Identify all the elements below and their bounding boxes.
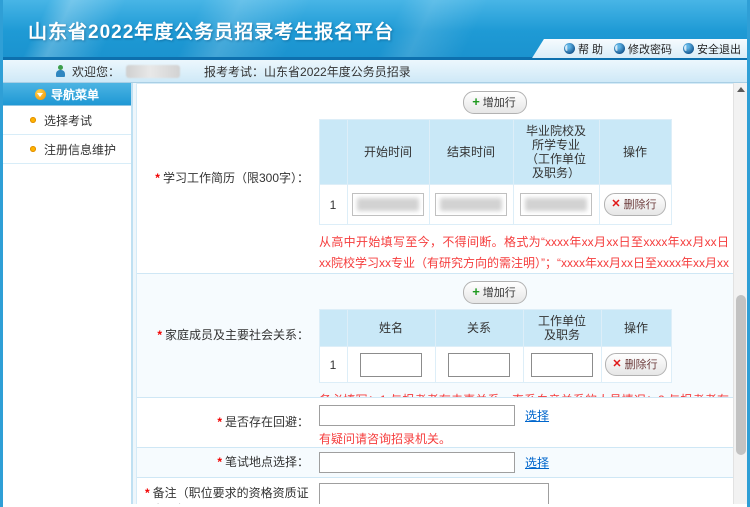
masked-value xyxy=(525,198,587,211)
family-note: 务必填写：1.与报考者有夫妻关系、直系血亲关系的人员情况；2.与报考者有三代以内… xyxy=(319,390,729,397)
resume-note: 从高中开始填写至今，不得间断。格式为“xxxx年xx月xx日至xxxx年xx月x… xyxy=(319,232,729,273)
resume-add-row-button[interactable]: + 增加行 xyxy=(463,91,527,114)
logout-button[interactable]: 安全退出 xyxy=(683,41,741,57)
sidebar: 导航菜单 选择考试 注册信息维护 xyxy=(3,83,133,504)
avoidance-input[interactable] xyxy=(319,405,515,426)
bullet-icon xyxy=(30,146,36,152)
user-icon xyxy=(55,65,66,78)
masked-value xyxy=(440,198,502,211)
family-name-input[interactable] xyxy=(360,353,422,377)
logout-label: 安全退出 xyxy=(697,41,741,57)
registration-form: * 学习工作简历（限300字）： + 增加行 开始时间 xyxy=(136,83,733,504)
masked-value xyxy=(357,198,419,211)
resume-delete-row-button[interactable]: ✕ 删除行 xyxy=(604,193,665,216)
required-mark: * xyxy=(157,327,162,344)
col-workunit: 工作单位及职务 xyxy=(523,310,601,347)
resume-school-input[interactable] xyxy=(520,193,592,216)
col-relationship: 关系 xyxy=(435,310,523,347)
help-label: 帮 助 xyxy=(578,41,603,57)
col-operation: 操作 xyxy=(599,120,671,185)
family-table: 姓名 关系 工作单位及职务 操作 1 xyxy=(319,309,672,383)
masked-username xyxy=(126,65,180,78)
remark-label: * 备注（职位要求的资格资质证书、相 xyxy=(137,478,315,504)
remark-textarea[interactable] xyxy=(319,483,549,504)
exam-location-select-link[interactable]: 选择 xyxy=(525,454,549,471)
page-title: 山东省2022年度公务员招录考生报名平台 xyxy=(28,17,394,44)
family-workunit-input[interactable] xyxy=(531,353,593,377)
avoidance-note: 有疑问请咨询招录机关。 xyxy=(319,430,729,447)
sidebar-item-label: 注册信息维护 xyxy=(44,141,116,158)
required-mark: * xyxy=(217,414,222,431)
family-add-row-button[interactable]: + 增加行 xyxy=(463,281,527,304)
col-name: 姓名 xyxy=(347,310,435,347)
sidebar-header[interactable]: 导航菜单 xyxy=(3,83,131,106)
family-relationship-input[interactable] xyxy=(448,353,510,377)
row-number: 1 xyxy=(319,185,347,225)
change-password-label: 修改密码 xyxy=(628,41,672,57)
sidebar-item-select-exam[interactable]: 选择考试 xyxy=(3,106,131,135)
registration-page: 山东省2022年度公务员招录考生报名平台 帮 助 修改密码 安全退出 欢迎您： … xyxy=(0,0,750,507)
exam-location-label: * 笔试地点选择： xyxy=(137,448,315,477)
help-button[interactable]: 帮 助 xyxy=(564,41,603,57)
delete-x-icon: ✕ xyxy=(611,199,620,209)
help-icon xyxy=(564,43,575,54)
sidebar-item-registration-info[interactable]: 注册信息维护 xyxy=(3,135,131,164)
bullet-icon xyxy=(30,117,36,123)
sidebar-title: 导航菜单 xyxy=(51,86,99,103)
form-row-resume: * 学习工作简历（限300字）： + 增加行 开始时间 xyxy=(137,84,733,274)
avoidance-label: * 是否存在回避： xyxy=(137,398,315,447)
form-row-family: * 家庭成员及主要社会关系： + 增加行 姓名 xyxy=(137,274,733,398)
resume-start-time-input[interactable] xyxy=(352,193,424,216)
resume-table-header-row: 开始时间 结束时间 毕业院校及所学专业（工作单位及职务） 操作 xyxy=(319,120,671,185)
row-number-header xyxy=(319,120,347,185)
resume-table-row: 1 ✕ 删除行 xyxy=(319,185,671,225)
col-start-time: 开始时间 xyxy=(347,120,429,185)
exam-location-input[interactable] xyxy=(319,452,515,473)
family-label: * 家庭成员及主要社会关系： xyxy=(137,274,315,397)
app-header: 山东省2022年度公务员招录考生报名平台 帮 助 修改密码 安全退出 xyxy=(3,0,747,60)
change-password-icon xyxy=(614,43,625,54)
scrollbar-thumb[interactable] xyxy=(736,295,746,455)
row-number-header xyxy=(319,310,347,347)
resume-table: 开始时间 结束时间 毕业院校及所学专业（工作单位及职务） 操作 1 xyxy=(319,119,672,225)
exam-name: 报考考试：山东省2022年度公务员招录 xyxy=(204,63,411,80)
row-number: 1 xyxy=(319,347,347,383)
form-row-avoidance: * 是否存在回避： 选择 有疑问请咨询招录机关。 xyxy=(137,398,733,448)
page-body: 导航菜单 选择考试 注册信息维护 * 学习工作简历（限300字）： xyxy=(3,83,747,504)
required-mark: * xyxy=(217,454,222,471)
nav-arrow-icon xyxy=(35,89,46,100)
family-delete-row-button[interactable]: ✕ 删除行 xyxy=(605,353,666,376)
resume-label: * 学习工作简历（限300字）： xyxy=(137,84,315,273)
change-password-button[interactable]: 修改密码 xyxy=(614,41,672,57)
logout-icon xyxy=(683,43,694,54)
col-school-major: 毕业院校及所学专业（工作单位及职务） xyxy=(513,120,599,185)
vertical-scrollbar[interactable] xyxy=(733,83,747,504)
col-end-time: 结束时间 xyxy=(429,120,513,185)
avoidance-select-link[interactable]: 选择 xyxy=(525,407,549,424)
welcome-greeting: 欢迎您： xyxy=(72,63,120,80)
header-actions-bar: 帮 助 修改密码 安全退出 xyxy=(546,39,747,58)
required-mark: * xyxy=(155,170,160,187)
form-row-remark: * 备注（职位要求的资格资质证书、相 xyxy=(137,478,733,504)
plus-icon: + xyxy=(472,287,480,297)
sidebar-item-label: 选择考试 xyxy=(44,112,92,129)
plus-icon: + xyxy=(472,97,480,107)
delete-x-icon: ✕ xyxy=(612,359,621,369)
required-mark: * xyxy=(145,485,150,502)
family-table-header-row: 姓名 关系 工作单位及职务 操作 xyxy=(319,310,671,347)
resume-end-time-input[interactable] xyxy=(435,193,507,216)
scrollbar-up-icon[interactable] xyxy=(737,87,745,92)
col-operation: 操作 xyxy=(601,310,671,347)
welcome-bar: 欢迎您： 报考考试：山东省2022年度公务员招录 xyxy=(3,60,747,83)
family-table-row: 1 ✕ 删除行 xyxy=(319,347,671,383)
form-row-exam-location: * 笔试地点选择： 选择 xyxy=(137,448,733,478)
